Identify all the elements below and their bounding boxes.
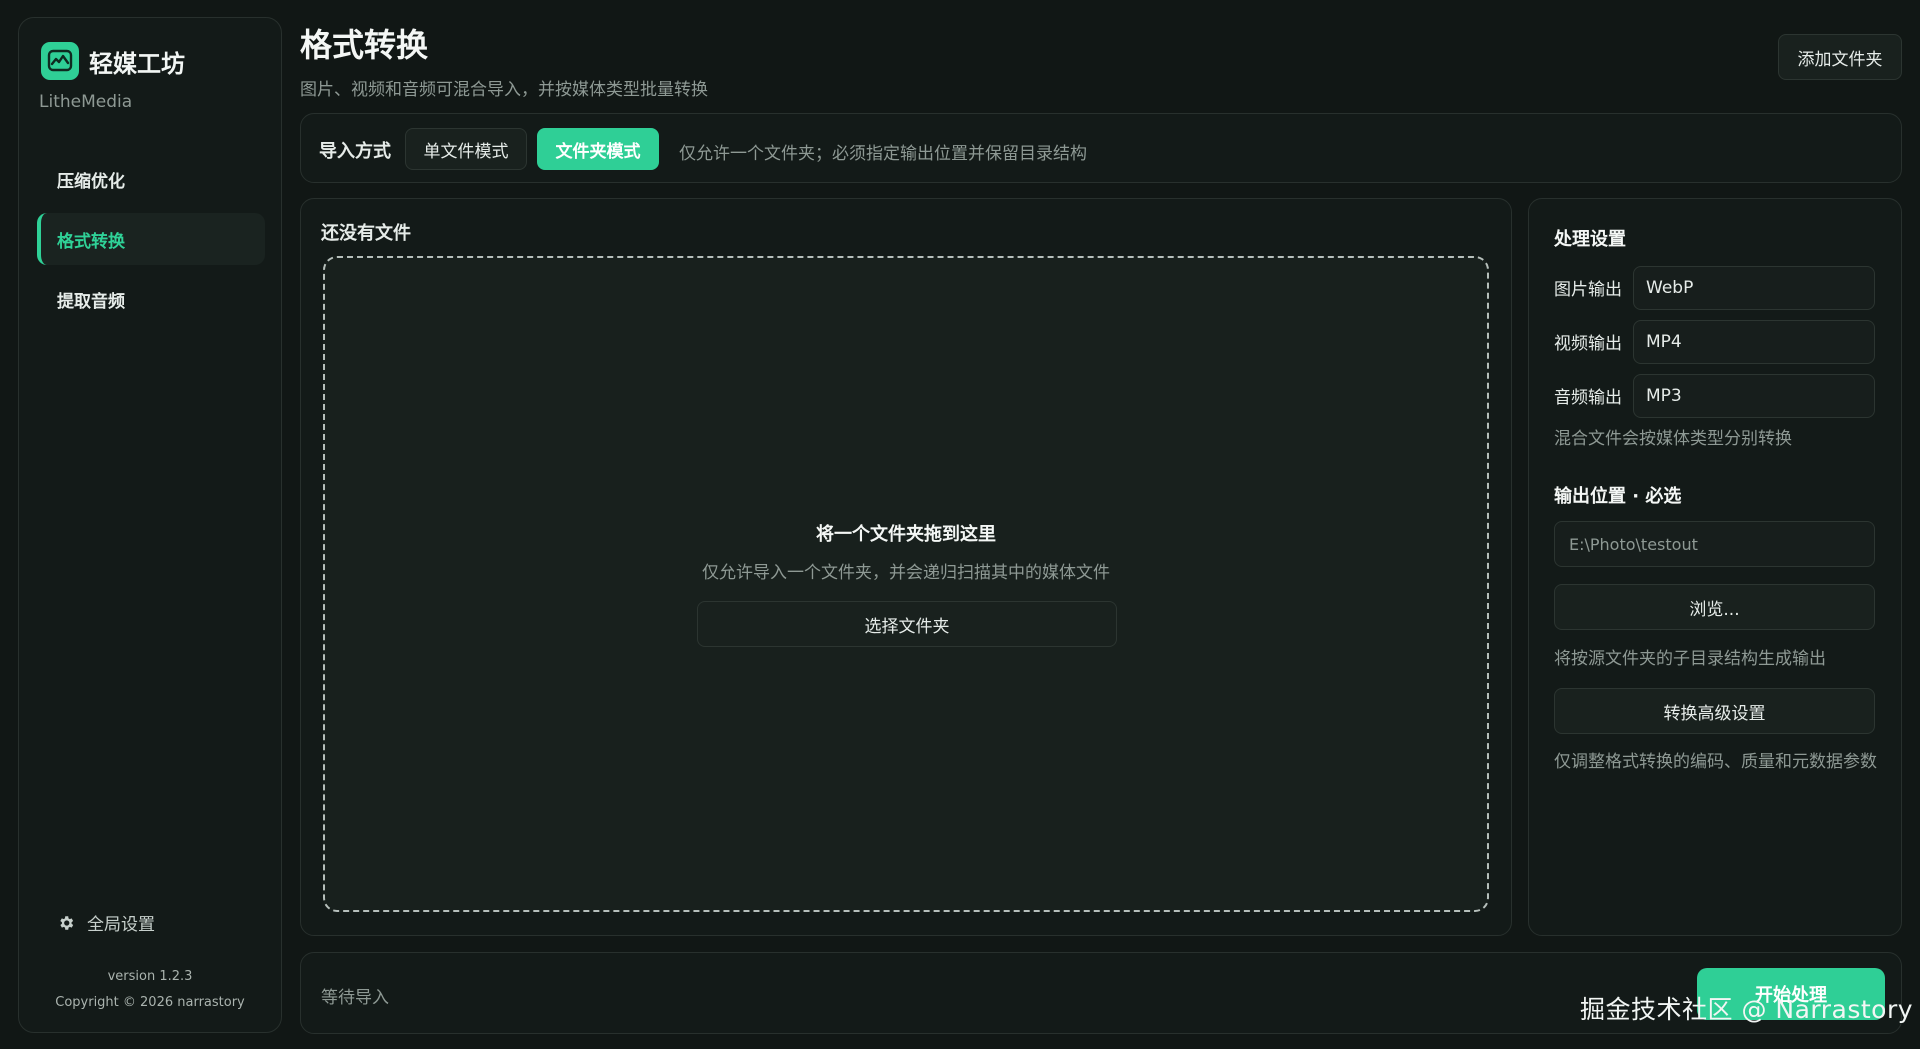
sidebar-nav: 压缩优化 格式转换 提取音频	[37, 153, 265, 333]
advanced-settings-note: 仅调整格式转换的编码、质量和元数据参数	[1554, 752, 1877, 772]
brand: 轻媒工坊	[41, 42, 185, 80]
brand-name: 轻媒工坊	[89, 49, 185, 78]
image-output-select[interactable]: WebP	[1633, 266, 1875, 310]
settings-title: 处理设置	[1554, 229, 1626, 250]
folder-mode-button[interactable]: 文件夹模式	[537, 128, 659, 170]
app-window: 轻媒工坊 LitheMedia 压缩优化 格式转换 提取音频 全局设置 vers…	[0, 0, 1920, 1049]
structure-note: 将按源文件夹的子目录结构生成输出	[1554, 649, 1826, 669]
image-output-value: WebP	[1646, 278, 1694, 298]
global-settings-button[interactable]: 全局设置	[57, 910, 155, 935]
global-settings-label: 全局设置	[87, 915, 155, 935]
settings-panel: 处理设置 图片输出 WebP 视频输出 MP4 音频输出 MP3 混合文件会按媒…	[1528, 198, 1902, 936]
page-subtitle: 图片、视频和音频可混合导入，并按媒体类型批量转换	[300, 80, 708, 100]
advanced-settings-button[interactable]: 转换高级设置	[1554, 688, 1875, 734]
video-output-label: 视频输出	[1554, 334, 1622, 354]
audio-output-value: MP3	[1646, 386, 1682, 406]
browse-button[interactable]: 浏览...	[1554, 584, 1875, 630]
import-mode-bar: 导入方式 单文件模式 文件夹模式 仅允许一个文件夹；必须指定输出位置并保留目录结…	[300, 113, 1902, 183]
video-output-select[interactable]: MP4	[1633, 320, 1875, 364]
gear-icon	[57, 914, 75, 932]
version-text: version 1.2.3	[107, 969, 193, 984]
file-panel-title: 还没有文件	[321, 223, 411, 244]
dropzone-hint: 仅允许导入一个文件夹，并会递归扫描其中的媒体文件	[702, 563, 1110, 583]
sidebar-item-convert[interactable]: 格式转换	[37, 213, 265, 265]
import-mode-label: 导入方式	[319, 141, 391, 162]
output-location-title: 输出位置 · 必选	[1554, 486, 1682, 507]
mixed-files-note: 混合文件会按媒体类型分别转换	[1554, 429, 1792, 449]
status-text: 等待导入	[321, 988, 389, 1008]
dropzone-title: 将一个文件夹拖到这里	[816, 524, 996, 545]
sidebar-item-label: 压缩优化	[57, 171, 125, 192]
watermark: 掘金技术社区 @ Narrastory	[1580, 995, 1914, 1024]
image-output-label: 图片输出	[1554, 280, 1622, 300]
brand-logo-icon	[41, 42, 79, 80]
copyright-text: Copyright © 2026 narrastory	[55, 995, 245, 1010]
sidebar-item-label: 提取音频	[57, 291, 125, 312]
choose-folder-button[interactable]: 选择文件夹	[697, 601, 1117, 647]
sidebar-item-extract-audio[interactable]: 提取音频	[37, 273, 265, 325]
file-panel: 还没有文件 将一个文件夹拖到这里 仅允许导入一个文件夹，并会递归扫描其中的媒体文…	[300, 198, 1512, 936]
folder-dropzone[interactable]: 将一个文件夹拖到这里 仅允许导入一个文件夹，并会递归扫描其中的媒体文件 选择文件…	[323, 256, 1489, 912]
output-path-input[interactable]	[1554, 521, 1875, 567]
single-file-mode-button[interactable]: 单文件模式	[405, 128, 527, 170]
video-output-value: MP4	[1646, 332, 1682, 352]
brand-subtitle: LitheMedia	[39, 92, 133, 112]
add-folder-button[interactable]: 添加文件夹	[1778, 34, 1902, 80]
sidebar: 轻媒工坊 LitheMedia 压缩优化 格式转换 提取音频 全局设置 vers…	[18, 17, 282, 1033]
audio-output-label: 音频输出	[1554, 388, 1622, 408]
audio-output-select[interactable]: MP3	[1633, 374, 1875, 418]
import-mode-hint: 仅允许一个文件夹；必须指定输出位置并保留目录结构	[679, 144, 1087, 164]
page-title: 格式转换	[300, 26, 429, 64]
sidebar-item-compress[interactable]: 压缩优化	[37, 153, 265, 205]
sidebar-item-label: 格式转换	[57, 231, 125, 252]
